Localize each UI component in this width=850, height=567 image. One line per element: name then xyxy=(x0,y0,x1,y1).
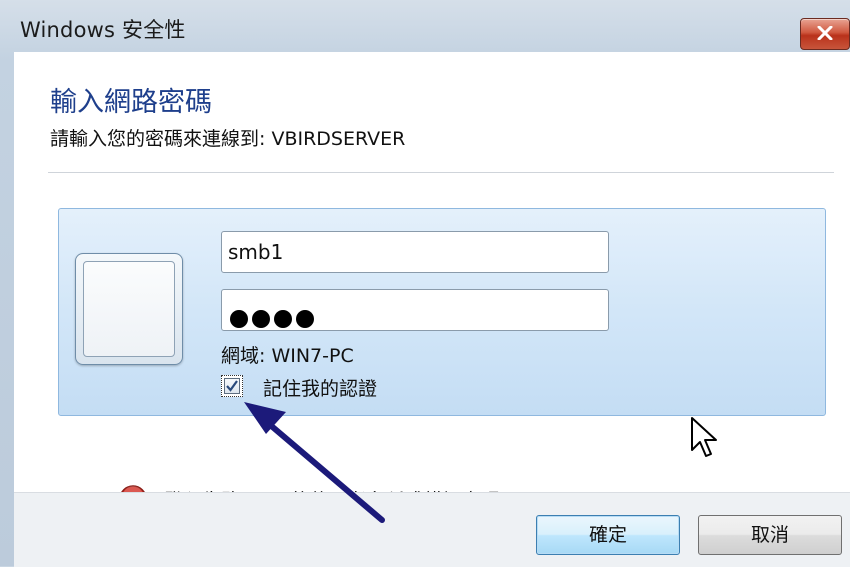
cancel-button[interactable]: 取消 xyxy=(698,515,842,555)
divider xyxy=(48,172,834,173)
dialog-content: 輸入網路密碼 請輸入您的密碼來連線到: VBIRDSERVER smb1 網域:… xyxy=(14,52,850,566)
title-bar[interactable]: Windows 安全性 xyxy=(0,0,850,52)
window-title: Windows 安全性 xyxy=(20,18,186,42)
password-mask xyxy=(230,301,318,341)
close-icon xyxy=(817,26,833,40)
dialog-window: Windows 安全性 輸入網路密碼 請輸入您的密碼來連線到: VBIRDSER… xyxy=(0,0,850,567)
username-input[interactable]: smb1 xyxy=(221,231,609,273)
remember-checkbox[interactable] xyxy=(221,375,243,397)
remember-label: 記住我的認證 xyxy=(263,378,378,400)
mouse-pointer-icon xyxy=(690,416,720,464)
credential-tile[interactable]: smb1 網域: WIN7-PC 記住我的認證 xyxy=(58,208,826,416)
dialog-subtitle: 請輸入您的密碼來連線到: VBIRDSERVER xyxy=(50,128,406,150)
close-button[interactable] xyxy=(800,18,850,50)
checkbox-box xyxy=(224,378,240,394)
password-input[interactable] xyxy=(221,289,609,331)
domain-label: 網域: WIN7-PC xyxy=(221,345,354,367)
button-bar: 確定 取消 xyxy=(14,492,850,567)
user-tile-icon xyxy=(75,253,183,365)
page-title: 輸入網路密碼 xyxy=(50,87,212,118)
checkmark-icon xyxy=(226,380,238,392)
user-tile-frame xyxy=(83,261,175,357)
ok-button[interactable]: 確定 xyxy=(536,515,680,555)
